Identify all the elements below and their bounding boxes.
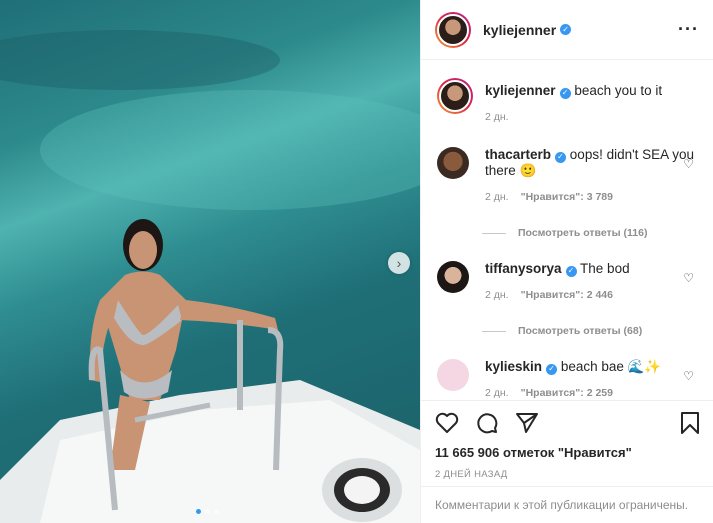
view-replies-button[interactable]: Посмотреть ответы (68) bbox=[482, 325, 698, 337]
view-replies-label: Посмотреть ответы (68) bbox=[518, 325, 643, 337]
comment-username[interactable]: tiffanysorya bbox=[485, 261, 562, 276]
author-avatar[interactable] bbox=[435, 11, 471, 48]
heart-icon[interactable]: ♡ bbox=[683, 369, 694, 383]
comment-likes[interactable]: "Нравится": 3 789 bbox=[521, 189, 613, 205]
caption: kyliejenner ✓ beach you to it 2 дн. bbox=[437, 78, 698, 125]
carousel-dot bbox=[196, 509, 201, 514]
comment-username[interactable]: thacarterb bbox=[485, 147, 551, 162]
commenter-avatar[interactable] bbox=[437, 261, 469, 293]
post-date[interactable]: 2 ДНЕЙ НАЗАД bbox=[435, 469, 700, 480]
comment-text: The bod bbox=[580, 261, 630, 276]
author-avatar[interactable] bbox=[437, 78, 473, 114]
carousel-dot bbox=[214, 509, 219, 514]
carousel-indicator bbox=[196, 509, 219, 514]
caption-time[interactable]: 2 дн. bbox=[485, 109, 509, 125]
verified-badge-icon: ✓ bbox=[546, 363, 558, 375]
heart-icon[interactable] bbox=[435, 412, 459, 434]
comment-icon[interactable] bbox=[475, 411, 499, 435]
next-photo-button[interactable]: › bbox=[388, 252, 410, 274]
comment-time[interactable]: 2 дн. bbox=[485, 385, 509, 400]
comments-disabled-notice: Комментарии к этой публикации ограничены… bbox=[421, 486, 713, 523]
post-actions: 11 665 906 отметок "Нравится" 2 ДНЕЙ НАЗ… bbox=[421, 400, 713, 480]
view-replies-button[interactable]: Посмотреть ответы (116) bbox=[482, 227, 698, 239]
caption-text: beach you to it bbox=[574, 83, 663, 98]
post-photo[interactable]: › bbox=[0, 0, 420, 523]
post-header: kyliejenner ✓ ··· bbox=[421, 0, 713, 60]
verified-badge-icon: ✓ bbox=[555, 151, 567, 163]
comment-likes[interactable]: "Нравится": 2 259 bbox=[521, 385, 613, 400]
caption-username[interactable]: kyliejenner bbox=[485, 83, 556, 98]
comment-time[interactable]: 2 дн. bbox=[485, 287, 509, 303]
comment-text: beach bae 🌊✨ bbox=[560, 359, 662, 374]
comment-item: tiffanysorya ✓ The bod 2 дн. "Нравится": 2… bbox=[437, 261, 698, 303]
comment-username[interactable]: kylieskin bbox=[485, 359, 542, 374]
verified-badge-icon: ✓ bbox=[560, 24, 572, 35]
paper-plane-icon[interactable] bbox=[515, 411, 539, 435]
verified-badge-icon: ✓ bbox=[565, 265, 577, 277]
author-username[interactable]: kyliejenner bbox=[483, 22, 556, 38]
chevron-right-icon: › bbox=[396, 255, 402, 271]
heart-icon[interactable]: ♡ bbox=[683, 157, 694, 171]
comments-list: kyliejenner ✓ beach you to it 2 дн. thaca… bbox=[421, 60, 713, 400]
post-side-panel: kyliejenner ✓ ··· kyliejenner ✓ beach you… bbox=[420, 0, 713, 523]
view-replies-label: Посмотреть ответы (116) bbox=[518, 227, 648, 239]
heart-icon[interactable]: ♡ bbox=[683, 271, 694, 285]
verified-badge-icon: ✓ bbox=[559, 87, 571, 99]
comment-time[interactable]: 2 дн. bbox=[485, 189, 509, 205]
bookmark-icon[interactable] bbox=[680, 411, 700, 435]
comment-item: thacarterb ✓ oops! didn't SEA you there 🙂… bbox=[437, 147, 698, 205]
comment-item: kylieskin ✓ beach bae 🌊✨ 2 дн. "Нравится":… bbox=[437, 359, 698, 400]
carousel-dot bbox=[205, 509, 210, 514]
photo-scene bbox=[0, 30, 420, 523]
comment-likes[interactable]: "Нравится": 2 446 bbox=[521, 287, 613, 303]
commenter-avatar[interactable] bbox=[437, 147, 469, 179]
more-horizontal-icon[interactable]: ··· bbox=[678, 19, 699, 40]
likes-count[interactable]: 11 665 906 отметок "Нравится" bbox=[435, 445, 700, 460]
commenter-avatar[interactable] bbox=[437, 359, 469, 391]
